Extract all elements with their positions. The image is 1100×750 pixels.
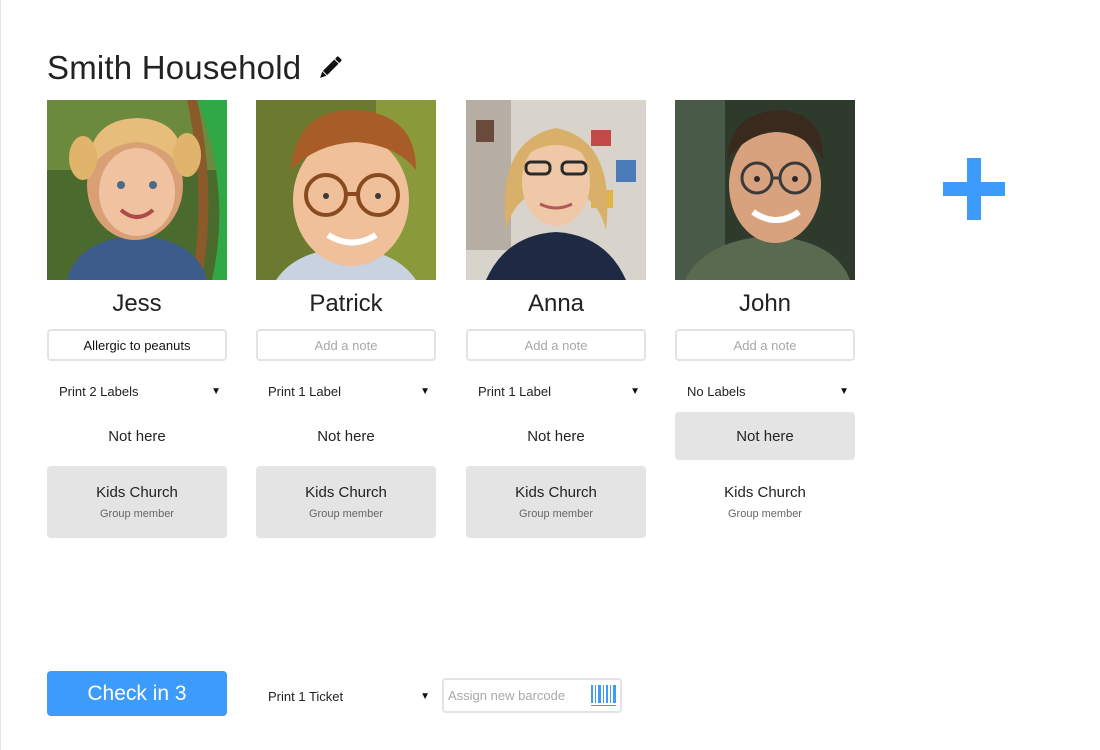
person-photo [256, 100, 436, 280]
person-name: John [738, 290, 792, 317]
group-role: Group member [728, 508, 802, 520]
person-card-jess: Jess Print 2 Labels ▼ Not here Kids Chur… [47, 100, 227, 538]
plus-icon [943, 158, 1005, 220]
group-name: Kids Church [515, 484, 597, 501]
group-name: Kids Church [96, 484, 178, 501]
add-person-button[interactable] [943, 158, 1005, 220]
labels-selected-value: No Labels [687, 383, 746, 399]
person-card-anna: Anna Print 1 Label ▼ Not here Kids Churc… [466, 100, 646, 538]
labels-selected-value: Print 1 Label [478, 383, 551, 399]
note-input[interactable] [466, 329, 646, 361]
group-role: Group member [519, 508, 593, 520]
group-toggle-kids-church[interactable]: Kids Church Group member [466, 466, 646, 538]
barcode-icon[interactable] [590, 684, 618, 708]
group-name: Kids Church [305, 484, 387, 501]
person-card-john: John No Labels ▼ Not here Kids Church Gr… [675, 100, 855, 538]
group-role: Group member [309, 508, 383, 520]
person-photo [47, 100, 227, 280]
labels-select[interactable]: Print 1 Label ▼ [466, 380, 646, 402]
group-name: Kids Church [724, 484, 806, 501]
barcode-field [442, 678, 622, 713]
labels-select[interactable]: No Labels ▼ [675, 380, 855, 402]
note-input[interactable] [675, 329, 855, 361]
pencil-icon[interactable] [315, 53, 345, 83]
ticket-selected-value: Print 1 Ticket [268, 688, 344, 704]
app-frame: Smith Household Jess Allergic to peanuts… [0, 0, 1100, 750]
caret-down-icon: ▼ [420, 385, 430, 397]
caret-down-icon: ▼ [420, 690, 430, 702]
not-here-button[interactable]: Not here [47, 412, 227, 460]
caret-down-icon: ▼ [630, 385, 640, 397]
person-photo [466, 100, 646, 280]
note-input[interactable] [256, 329, 436, 361]
labels-select[interactable]: Print 1 Label ▼ [256, 380, 436, 402]
group-role: Group member [100, 508, 174, 520]
group-toggle-kids-church[interactable]: Kids Church Group member [47, 466, 227, 538]
person-photo [675, 100, 855, 280]
not-here-label: Not here [108, 427, 166, 445]
person-name: Patrick [309, 290, 383, 317]
not-here-button[interactable]: Not here [256, 412, 436, 460]
person-card-patrick: Patrick Print 1 Label ▼ Not here Kids Ch… [256, 100, 436, 538]
group-toggle-kids-church[interactable]: Kids Church Group member [256, 466, 436, 538]
barcode-input[interactable] [444, 681, 586, 710]
not-here-button[interactable]: Not here [675, 412, 855, 460]
labels-selected-value: Print 1 Label [268, 383, 341, 399]
check-in-button[interactable]: Check in 3 [47, 671, 227, 716]
not-here-label: Not here [317, 427, 375, 445]
not-here-button[interactable]: Not here [466, 412, 646, 460]
group-toggle-kids-church[interactable]: Kids Church Group member [675, 466, 855, 538]
person-name: Anna [527, 290, 585, 317]
not-here-label: Not here [736, 427, 794, 445]
caret-down-icon: ▼ [839, 385, 849, 397]
ticket-select[interactable]: Print 1 Ticket ▼ [256, 685, 436, 707]
household-header: Smith Household [47, 46, 345, 90]
note-input[interactable] [47, 329, 227, 361]
person-name: Jess [112, 290, 162, 317]
labels-select[interactable]: Print 2 Labels ▼ [47, 380, 227, 402]
caret-down-icon: ▼ [211, 385, 221, 397]
page-title: Smith Household [47, 49, 302, 86]
not-here-label: Not here [527, 427, 585, 445]
labels-selected-value: Print 2 Labels [59, 383, 139, 399]
